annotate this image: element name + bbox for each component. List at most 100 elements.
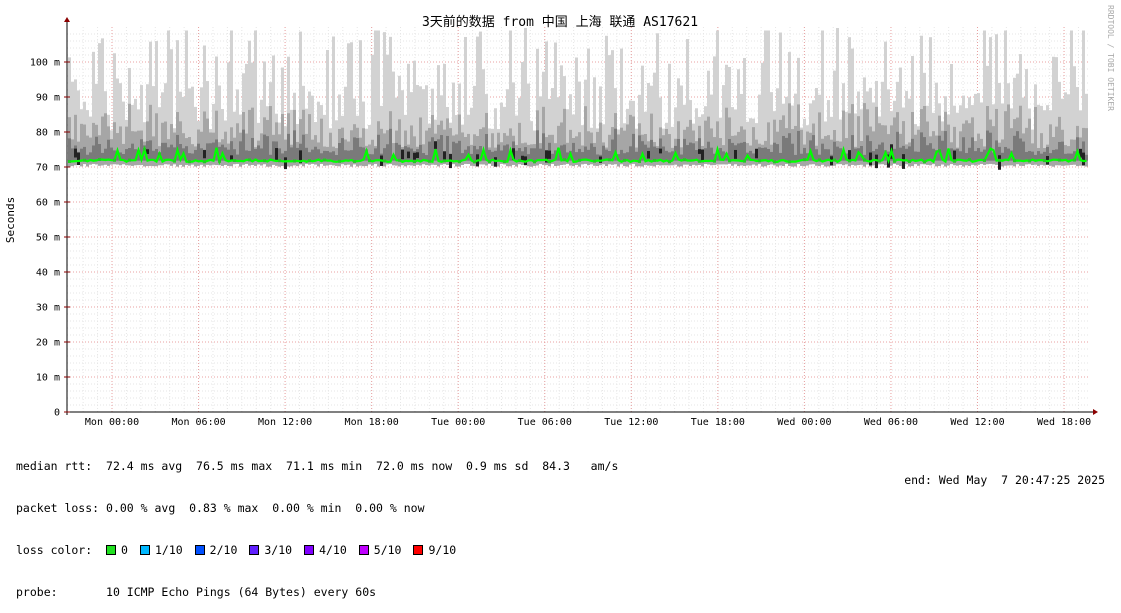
x-tick-labels: Mon 00:00 Mon 06:00 Mon 12:00 Mon 18:00 Tue … bbox=[85, 417, 1091, 428]
smoke-bar-dark bbox=[953, 150, 956, 160]
median-rtt-point bbox=[683, 158, 686, 162]
smoke-bar-core bbox=[905, 148, 908, 161]
median-rtt-point bbox=[608, 158, 611, 162]
median-rtt-point bbox=[1073, 158, 1076, 162]
x-axis-arrow bbox=[1093, 409, 1098, 415]
smoke-bar-core bbox=[758, 147, 761, 161]
median-rtt-label: median rtt: bbox=[16, 459, 93, 473]
smoke-bar-core bbox=[386, 144, 389, 161]
smoke-bar-core bbox=[287, 133, 290, 161]
smoke-bar-core bbox=[662, 146, 665, 161]
y-tick-label: 90 m bbox=[36, 93, 60, 104]
smoke-bar-core bbox=[668, 152, 671, 161]
smoke-bar-dark bbox=[284, 157, 287, 170]
loss-color-swatch bbox=[106, 545, 117, 555]
smoke-bar-core bbox=[263, 134, 266, 161]
smoke-bar-core bbox=[773, 142, 776, 161]
median-rtt-point bbox=[158, 152, 161, 156]
loss-color-swatch bbox=[249, 545, 260, 555]
smoke-bar-core bbox=[632, 133, 635, 161]
probe-label: probe: bbox=[16, 585, 58, 599]
smoke-bar-core bbox=[242, 129, 245, 161]
smoke-bar-core bbox=[311, 149, 314, 161]
smoke-bar-core bbox=[971, 137, 974, 161]
smoke-bar-core bbox=[1058, 141, 1061, 161]
smoke-bar-core bbox=[377, 134, 380, 161]
median-rtt-point bbox=[563, 158, 566, 162]
smoke-bar-core bbox=[260, 148, 263, 161]
rrdtool-watermark: RRDTOOL / TOBI OETIKER bbox=[1106, 5, 1115, 111]
smoke-bar-core bbox=[149, 140, 152, 161]
median-rtt-row: median rtt: 72.4 ms avg 76.5 ms max 71.1… bbox=[16, 459, 618, 473]
median-rtt-point bbox=[818, 158, 821, 162]
median-rtt-point bbox=[653, 158, 656, 162]
smoke-bar-core bbox=[1022, 141, 1025, 161]
smoke-bar-core bbox=[374, 148, 377, 161]
smoke-bar-core bbox=[686, 145, 689, 161]
smoke-bar-core bbox=[71, 148, 74, 161]
smoke-bar-core bbox=[335, 155, 338, 161]
median-rtt-point bbox=[623, 158, 626, 162]
median-rtt-point bbox=[233, 159, 236, 163]
smoke-bar-core bbox=[293, 130, 296, 161]
smoke-bar-core bbox=[761, 147, 764, 161]
median-rtt-point bbox=[593, 159, 596, 163]
median-rtt-point bbox=[908, 159, 911, 163]
smoke-bar-dark bbox=[77, 152, 80, 166]
smoke-bar-core bbox=[911, 138, 914, 161]
smoke-bar-core bbox=[707, 141, 710, 161]
median-rtt-point bbox=[713, 159, 716, 163]
median-rtt-point bbox=[923, 160, 926, 164]
y-tick-label: 40 m bbox=[36, 268, 60, 279]
smoke-bar-core bbox=[305, 147, 308, 161]
loss-color-label-text: 2/10 bbox=[209, 543, 238, 557]
y-tick-label: 80 m bbox=[36, 128, 60, 139]
smoke-bar-core bbox=[515, 150, 518, 161]
loss-color-swatch bbox=[358, 545, 369, 555]
smoke-bar-core bbox=[539, 148, 542, 161]
smoke-bar-core bbox=[125, 149, 128, 161]
smoke-bar-core bbox=[410, 148, 413, 161]
x-tick-label: Mon 18:00 bbox=[345, 417, 399, 428]
smoke-bar-core bbox=[296, 147, 299, 161]
smoke-spread-area bbox=[68, 27, 1088, 170]
median-rtt-point bbox=[443, 159, 446, 163]
smoke-bar-core bbox=[488, 149, 491, 161]
median-rtt-point bbox=[1028, 159, 1031, 163]
median-rtt-point bbox=[848, 159, 851, 163]
smoke-bar-dark bbox=[1082, 152, 1085, 166]
smoke-bar-core bbox=[404, 146, 407, 161]
median-rtt-point bbox=[548, 160, 551, 164]
loss-color-swatch bbox=[194, 545, 205, 555]
smoke-bar-core bbox=[602, 145, 605, 161]
x-tick-label: Wed 12:00 bbox=[950, 417, 1004, 428]
smoke-bar-core bbox=[164, 142, 167, 161]
median-rtt-point bbox=[833, 158, 836, 162]
smoke-bar-core bbox=[926, 145, 929, 161]
smoke-bar-core bbox=[473, 145, 476, 161]
smoke-bar-core bbox=[836, 146, 839, 161]
median-rtt-point bbox=[428, 159, 431, 163]
loss-color-row: loss color: 0 1/10 2/10 3/10 4/10 5/10 9/10 bbox=[16, 543, 618, 557]
smoke-bar-core bbox=[347, 150, 350, 161]
smokeping-chart: 0 10 m 20 m 30 m 40 m 50 m 60 m 70 m 80 m 90 m 100… bbox=[4, 5, 1115, 428]
chart-title: 3天前的数据 from 中国 上海 联通 AS17621 bbox=[422, 14, 698, 30]
x-tick-label: Mon 06:00 bbox=[171, 417, 225, 428]
smoke-bar-core bbox=[281, 153, 284, 161]
smoke-bar-core bbox=[428, 141, 431, 161]
median-rtt-point bbox=[368, 159, 371, 163]
smoke-bar-core bbox=[344, 150, 347, 161]
smoke-bar-core bbox=[785, 137, 788, 161]
probe-values: 10 ICMP Echo Pings (64 Bytes) every 60s bbox=[106, 585, 377, 599]
median-rtt-point bbox=[293, 159, 296, 163]
median-rtt-point bbox=[938, 149, 941, 153]
median-rtt-point bbox=[953, 159, 956, 163]
smoke-bar-core bbox=[731, 142, 734, 161]
y-tick-label: 20 m bbox=[36, 338, 60, 349]
smoke-bar-core bbox=[266, 136, 269, 161]
loss-color-swatch bbox=[304, 545, 315, 555]
loss-color-label-text: 0 bbox=[121, 543, 128, 557]
smoke-bar-core bbox=[257, 145, 260, 161]
median-rtt-point bbox=[383, 159, 386, 163]
smoke-bar-core bbox=[962, 137, 965, 161]
